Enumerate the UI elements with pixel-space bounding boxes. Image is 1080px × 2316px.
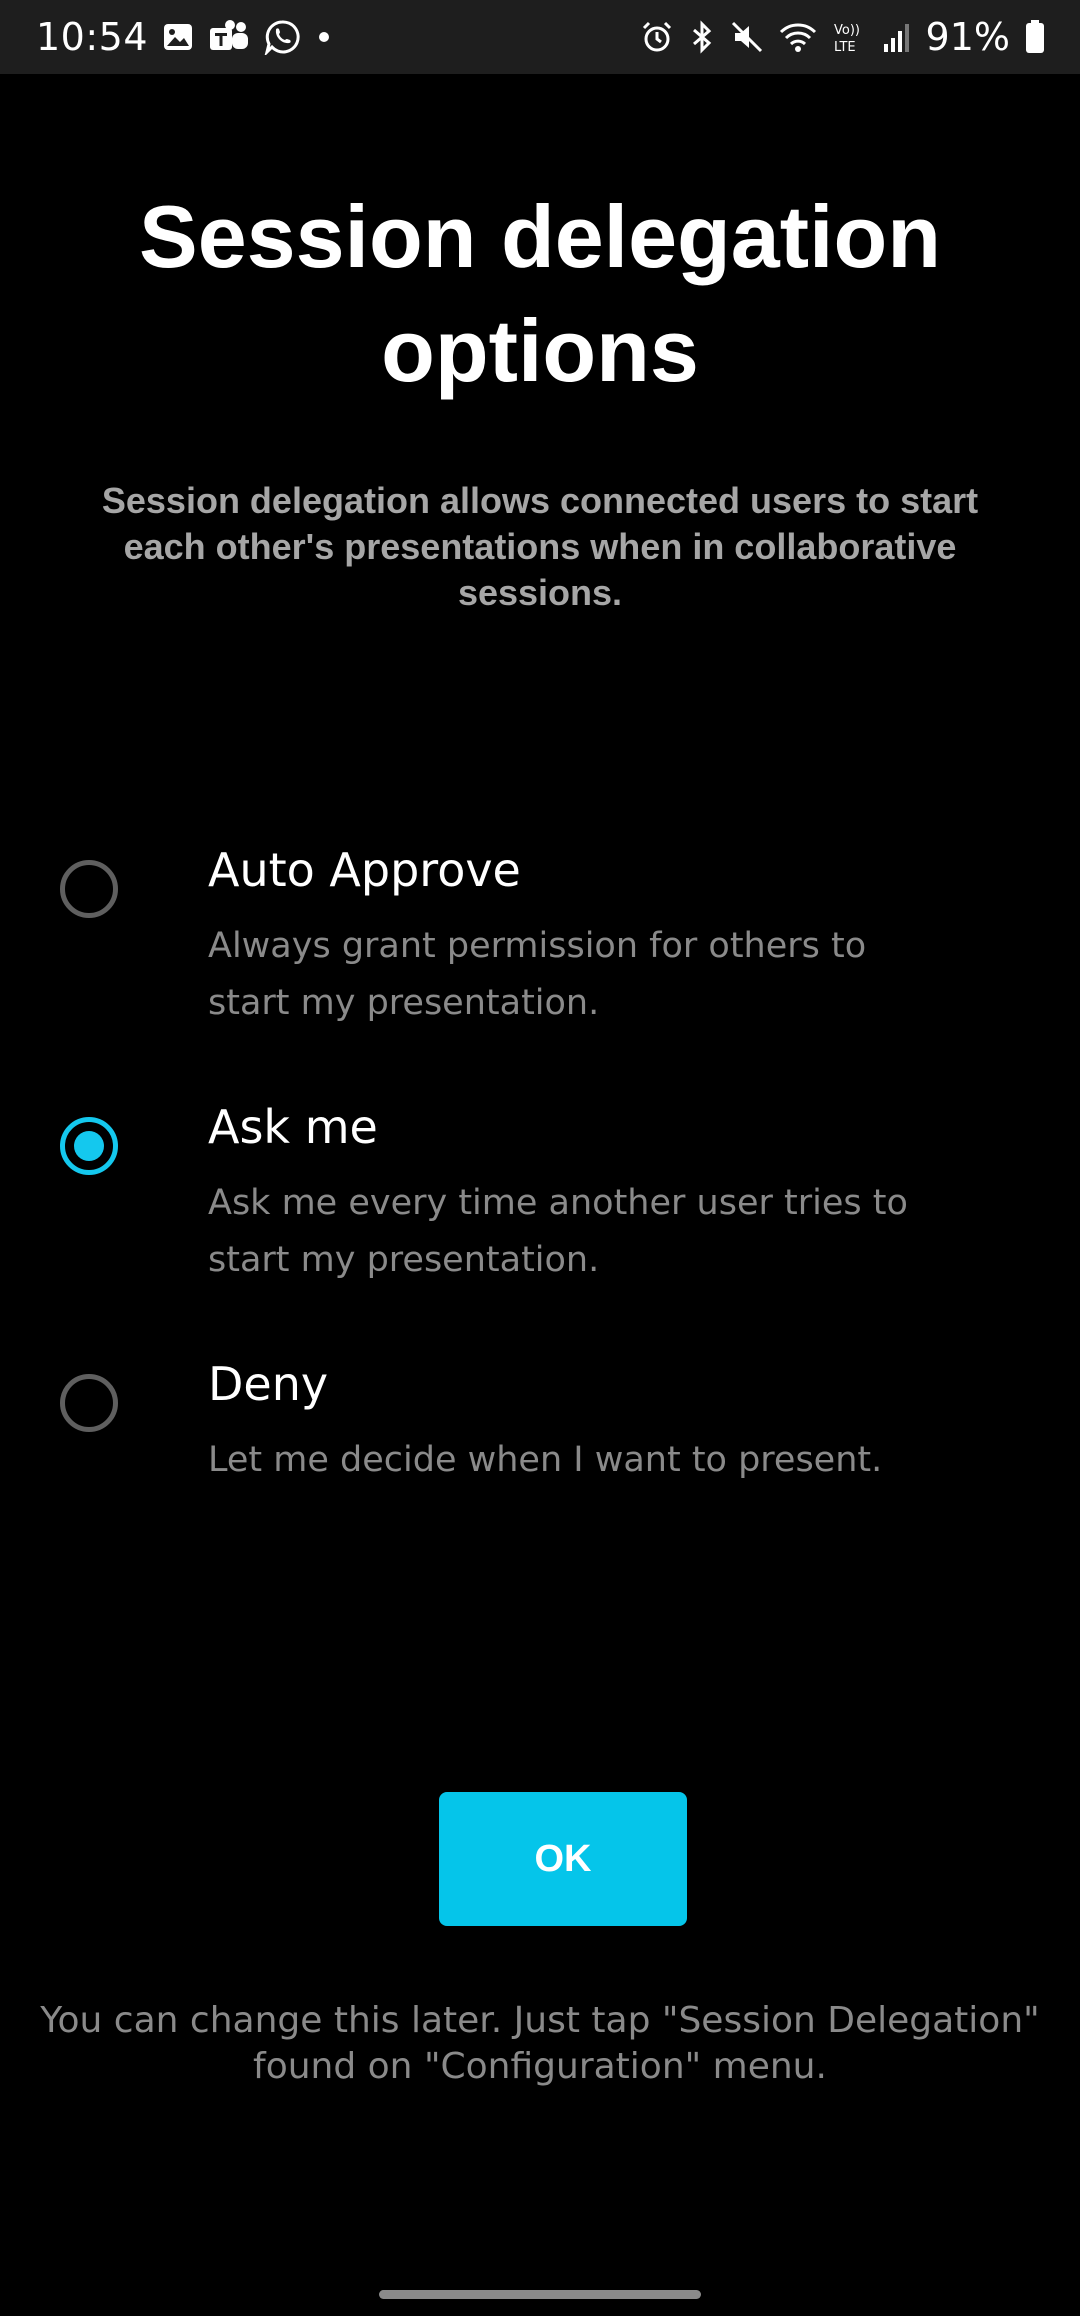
gallery-icon (162, 21, 194, 53)
status-bar: 10:54 Vo)) LTE 91% (0, 0, 1080, 74)
battery-percent: 91% (925, 15, 1010, 59)
svg-text:Vo)): Vo)) (834, 23, 860, 38)
radio-button-deny[interactable] (60, 1374, 118, 1432)
bluetooth-icon (688, 20, 716, 54)
notification-dot-icon (314, 27, 334, 47)
status-bar-left: 10:54 (36, 15, 334, 59)
alarm-icon (640, 20, 674, 54)
teams-icon (208, 20, 250, 54)
option-title: Ask me (208, 1100, 378, 1154)
svg-text:LTE: LTE (834, 40, 856, 55)
radio-selected-dot (74, 1131, 104, 1161)
page-title: Session delegation options (139, 187, 941, 400)
status-time: 10:54 (36, 15, 149, 59)
page-subtitle: Session delegation allows connected user… (101, 480, 979, 613)
radio-button-ask-me[interactable] (60, 1117, 118, 1175)
option-title: Auto Approve (208, 843, 521, 897)
option-title: Deny (208, 1357, 329, 1411)
option-description: Always grant permission for others to st… (208, 926, 867, 1023)
option-description: Let me decide when I want to present. (208, 1440, 883, 1480)
mute-icon (730, 20, 764, 54)
volte-icon: Vo)) LTE (832, 19, 868, 55)
signal-icon (882, 20, 912, 54)
wifi-icon (778, 20, 818, 54)
radio-button-auto-approve[interactable] (60, 860, 118, 918)
status-bar-right: Vo)) LTE 91% (640, 15, 1046, 59)
ok-button[interactable]: OK (439, 1792, 687, 1926)
option-description: Ask me every time another user tries to … (208, 1183, 908, 1280)
battery-icon (1024, 19, 1046, 55)
home-indicator[interactable] (379, 2290, 701, 2299)
footer-note: You can change this later. Just tap "Ses… (40, 2000, 1040, 2087)
whatsapp-icon (264, 19, 300, 55)
